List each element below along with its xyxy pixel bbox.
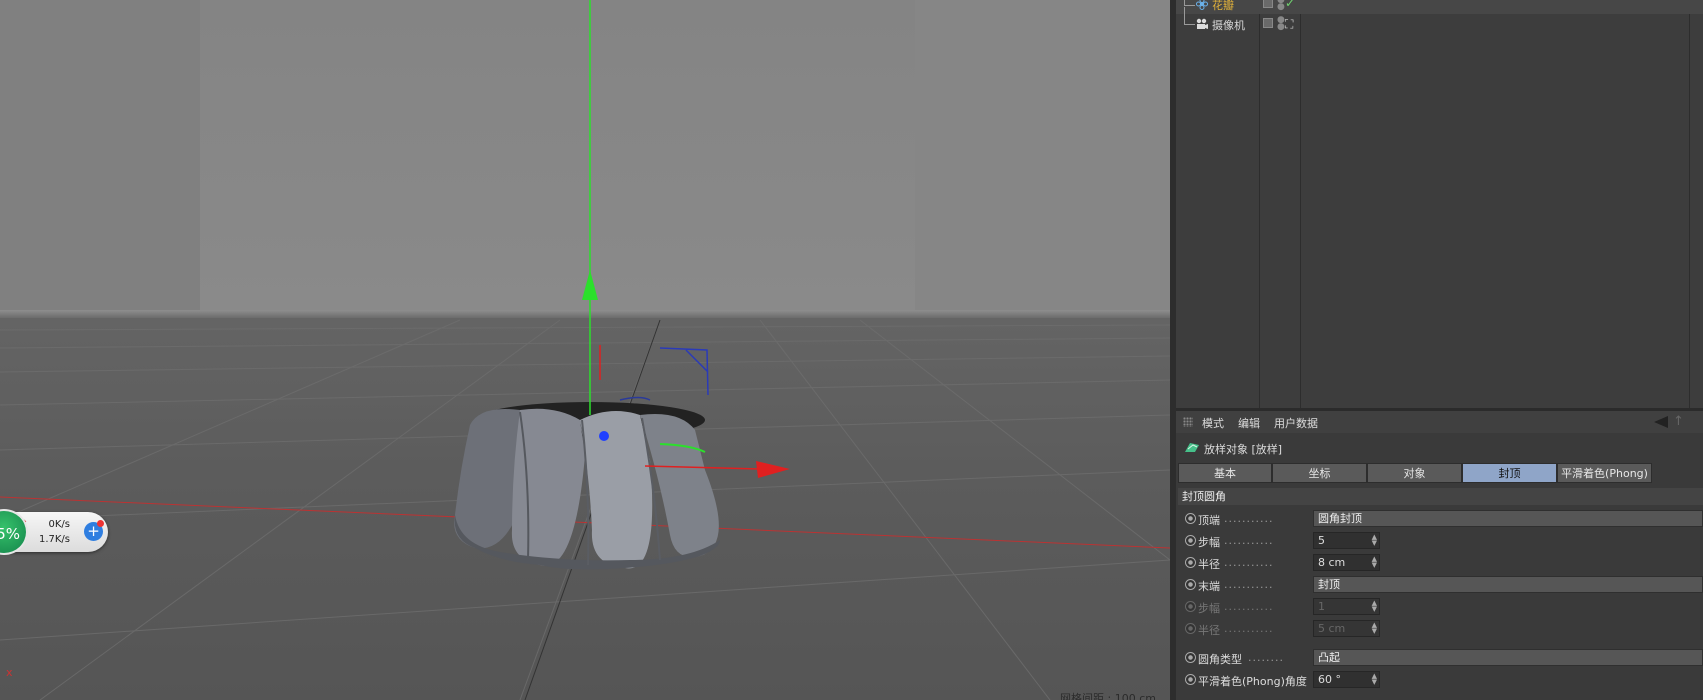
param-end-radius: 半径 ........... 5 cm ▲ ▼ [1176,619,1703,639]
param-end-cap[interactable]: 末端 ........... 封顶 [1176,575,1703,595]
end-cap-dropdown[interactable]: 封顶 [1313,576,1703,593]
object-title: 放样对象 [放样] [1204,443,1283,456]
animation-radio-icon[interactable] [1185,652,1196,663]
animation-radio-icon[interactable] [1185,579,1196,590]
param-dots: ........... [1224,622,1274,635]
animation-radio-icon[interactable] [1185,674,1196,685]
visibility-dots[interactable]: ● ● [1277,16,1285,32]
param-label: 顶端 [1198,514,1220,527]
start-radius-field[interactable]: 8 cm ▲ ▼ [1313,554,1380,571]
end-radius-field: 5 cm ▲ ▼ [1313,620,1380,637]
stepper-arrows-icon[interactable]: ▲ ▼ [1372,534,1377,547]
animation-radio-icon[interactable] [1185,513,1196,524]
object-manager[interactable]: 花瓣 ● ● ✓ 摄像机 ● ● ⛶ [1176,0,1703,408]
world-x-axis-line [0,496,1170,549]
param-start-cap[interactable]: 顶端 ........... 圆角封顶 [1176,509,1703,529]
stepper-arrows-icon: ▲ ▼ [1371,621,1377,635]
param-label: 圆角类型 [1198,653,1242,666]
param-start-steps[interactable]: 步幅 ........... 5 ▲ ▼ [1176,531,1703,551]
layer-tag[interactable] [1263,18,1273,28]
field-value: 8 cm [1318,556,1346,569]
forward-arrow-icon[interactable]: ↑ [1673,414,1684,429]
start-cap-dropdown[interactable]: 圆角封顶 [1313,510,1703,527]
loft-object-icon [1185,443,1199,452]
camera-target-icon[interactable]: ⛶ [1285,17,1293,32]
param-dots: ........... [1224,578,1274,591]
param-label: 半径 [1198,558,1220,571]
object-name[interactable]: 摄像机 [1212,17,1245,33]
column-divider [1689,0,1690,408]
param-dots: ........... [1224,512,1274,525]
enabled-check[interactable]: ✓ [1285,0,1295,10]
phong-angle-field[interactable]: 60 ° ▲ ▼ [1313,671,1380,688]
tab-basic[interactable]: 基本 [1178,463,1272,483]
attribute-menubar: 模式 编辑 用户数据 ↑ [1176,411,1703,433]
tree-connector [1184,7,1195,25]
column-divider [1300,0,1301,408]
animation-radio-icon[interactable] [1185,557,1196,568]
menu-mode[interactable]: 模式 [1202,415,1224,431]
attribute-manager[interactable]: 模式 编辑 用户数据 ↑ 放样对象 [放样] 基本 坐标 对象 封顶 平滑着色(… [1176,411,1703,700]
param-start-radius[interactable]: 半径 ........... 8 cm ▲ ▼ [1176,553,1703,573]
loft-object[interactable] [454,402,720,570]
stepper-arrows-icon[interactable]: ▲ ▼ [1372,673,1377,686]
stepper-arrows-icon[interactable]: ▲ ▼ [1372,556,1377,569]
param-label: 半径 [1198,624,1220,637]
grid-spacing-readout: 网格间距 : 100 cm [1060,692,1156,700]
param-dots: ........... [1224,534,1274,547]
field-value: 1 [1318,600,1325,613]
object-row-camera[interactable]: 摄像机 ● ● ⛶ [1176,7,1703,34]
y-axis-arrow[interactable] [582,270,598,300]
tab-object[interactable]: 对象 [1367,463,1462,483]
param-end-steps: 步幅 ........... 1 ▲ ▼ [1176,597,1703,617]
tree-connector [1184,0,1195,6]
field-value: 5 [1318,534,1325,547]
z-axis-handle[interactable] [599,431,609,441]
fillet-type-dropdown[interactable]: 凸起 [1313,649,1703,666]
field-value: 5 cm [1318,622,1346,635]
section-header: 封顶圆角 [1178,488,1703,505]
param-phong-angle[interactable]: 平滑着色(Phong)角度 60 ° ▲ ▼ [1176,670,1703,690]
param-label: 平滑着色(Phong)角度 [1198,675,1307,688]
menu-edit[interactable]: 编辑 [1238,415,1260,431]
param-label: 步幅 [1198,536,1220,549]
tab-coordinates[interactable]: 坐标 [1272,463,1367,483]
column-divider [1259,0,1260,408]
animation-radio-icon[interactable] [1185,535,1196,546]
tab-caps[interactable]: 封顶 [1462,463,1557,483]
grip-icon[interactable] [1183,417,1193,427]
axis-x-label: x [6,666,13,679]
param-dots: ........... [1224,556,1274,569]
param-dots: ........... [1224,600,1274,613]
animation-radio-icon [1185,623,1196,634]
x-axis-arrow[interactable] [756,461,790,478]
object-name[interactable]: 花瓣 [1212,0,1234,13]
layer-tag[interactable] [1263,0,1273,8]
param-label: 末端 [1198,580,1220,593]
3d-viewport[interactable]: x 网格间距 : 100 cm ↑ 0K/s ↓ 1.7K/s + 5% [0,0,1170,700]
tab-phong[interactable]: 平滑着色(Phong) [1557,463,1652,483]
param-dots: ........ [1248,651,1284,664]
grid-lines [0,319,1170,700]
param-fillet-type[interactable]: 圆角类型 ........ 凸起 [1176,648,1703,668]
back-arrow-icon[interactable] [1654,416,1668,428]
end-steps-field: 1 ▲ ▼ [1313,598,1380,615]
flower-icon [1196,0,1208,10]
stepper-arrows-icon: ▲ ▼ [1371,599,1377,613]
animation-radio-icon [1185,601,1196,612]
notification-dot [97,520,104,527]
visibility-dots[interactable]: ● ● [1277,0,1285,12]
param-label: 步幅 [1198,602,1220,615]
start-steps-field[interactable]: 5 ▲ ▼ [1313,532,1380,549]
viewport-scene [0,0,1170,700]
menu-user-data[interactable]: 用户数据 [1274,415,1318,431]
camera-icon [1196,18,1208,29]
object-row-petals[interactable]: 花瓣 ● ● ✓ [1176,0,1703,14]
field-value: 60 ° [1318,673,1341,686]
